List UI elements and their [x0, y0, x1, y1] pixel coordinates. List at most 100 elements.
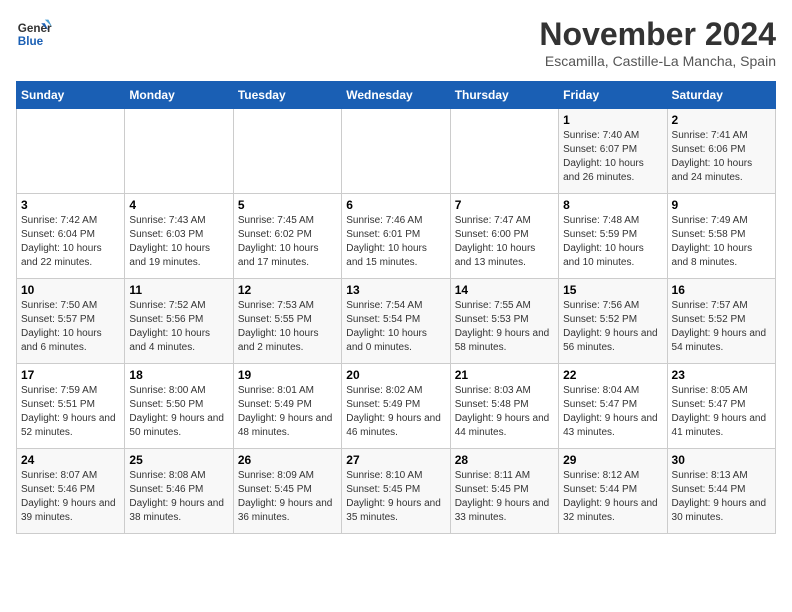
day-number: 17 [21, 368, 120, 382]
day-number: 25 [129, 453, 228, 467]
calendar-cell: 26 Sunrise: 8:09 AM Sunset: 5:45 PM Dayli… [233, 449, 341, 534]
calendar-cell: 17 Sunrise: 7:59 AM Sunset: 5:51 PM Dayli… [17, 364, 125, 449]
calendar-cell: 9 Sunrise: 7:49 AM Sunset: 5:58 PM Daylig… [667, 194, 775, 279]
day-header-saturday: Saturday [667, 82, 775, 109]
day-header-tuesday: Tuesday [233, 82, 341, 109]
svg-text:Blue: Blue [18, 35, 44, 48]
day-info: Sunrise: 8:10 AM Sunset: 5:45 PM Dayligh… [346, 469, 445, 525]
day-header-sunday: Sunday [17, 82, 125, 109]
calendar-cell: 3 Sunrise: 7:42 AM Sunset: 6:04 PM Daylig… [17, 194, 125, 279]
calendar-cell: 27 Sunrise: 8:10 AM Sunset: 5:45 PM Dayli… [342, 449, 450, 534]
day-info: Sunrise: 7:43 AM Sunset: 6:03 PM Dayligh… [129, 214, 228, 270]
day-info: Sunrise: 7:59 AM Sunset: 5:51 PM Dayligh… [21, 384, 120, 440]
calendar-cell [17, 109, 125, 194]
month-title: November 2024 [539, 16, 776, 53]
day-info: Sunrise: 8:03 AM Sunset: 5:48 PM Dayligh… [455, 384, 554, 440]
calendar-cell: 18Sunrise: 8:00 AM Sunset: 5:50 PM Dayli… [125, 364, 233, 449]
calendar-cell: 13 Sunrise: 7:54 AM Sunset: 5:54 PM Dayli… [342, 279, 450, 364]
day-number: 14 [455, 283, 554, 297]
location-subtitle: Escamilla, Castille-La Mancha, Spain [539, 53, 776, 69]
day-number: 11 [129, 283, 228, 297]
day-number: 3 [21, 198, 120, 212]
calendar-cell: 24 Sunrise: 8:07 AM Sunset: 5:46 PM Dayli… [17, 449, 125, 534]
day-info: Sunrise: 7:41 AM Sunset: 6:06 PM Dayligh… [672, 129, 771, 185]
calendar-cell: 6 Sunrise: 7:46 AM Sunset: 6:01 PM Daylig… [342, 194, 450, 279]
calendar-cell: 12Sunrise: 7:53 AM Sunset: 5:55 PM Dayli… [233, 279, 341, 364]
day-info: Sunrise: 7:49 AM Sunset: 5:58 PM Dayligh… [672, 214, 771, 270]
logo-icon: General Blue [16, 16, 52, 52]
calendar-cell: 30Sunrise: 8:13 AM Sunset: 5:44 PM Dayli… [667, 449, 775, 534]
day-info: Sunrise: 7:40 AM Sunset: 6:07 PM Dayligh… [563, 129, 662, 185]
day-number: 24 [21, 453, 120, 467]
calendar-header-row: SundayMondayTuesdayWednesdayThursdayFrid… [17, 82, 776, 109]
calendar-cell [342, 109, 450, 194]
day-number: 21 [455, 368, 554, 382]
day-number: 20 [346, 368, 445, 382]
page-header: General Blue November 2024 Escamilla, Ca… [16, 16, 776, 69]
day-info: Sunrise: 7:48 AM Sunset: 5:59 PM Dayligh… [563, 214, 662, 270]
day-info: Sunrise: 7:55 AM Sunset: 5:53 PM Dayligh… [455, 299, 554, 355]
day-number: 7 [455, 198, 554, 212]
calendar-cell: 5 Sunrise: 7:45 AM Sunset: 6:02 PM Daylig… [233, 194, 341, 279]
day-number: 9 [672, 198, 771, 212]
day-number: 26 [238, 453, 337, 467]
day-number: 28 [455, 453, 554, 467]
calendar-cell: 28 Sunrise: 8:11 AM Sunset: 5:45 PM Dayli… [450, 449, 558, 534]
day-number: 2 [672, 113, 771, 127]
day-info: Sunrise: 7:53 AM Sunset: 5:55 PM Dayligh… [238, 299, 337, 355]
calendar-cell: 22 Sunrise: 8:04 AM Sunset: 5:47 PM Dayli… [559, 364, 667, 449]
day-info: Sunrise: 8:05 AM Sunset: 5:47 PM Dayligh… [672, 384, 771, 440]
day-number: 5 [238, 198, 337, 212]
calendar-week-row: 24 Sunrise: 8:07 AM Sunset: 5:46 PM Dayli… [17, 449, 776, 534]
day-number: 10 [21, 283, 120, 297]
calendar-cell [233, 109, 341, 194]
day-info: Sunrise: 8:12 AM Sunset: 5:44 PM Dayligh… [563, 469, 662, 525]
day-info: Sunrise: 7:42 AM Sunset: 6:04 PM Dayligh… [21, 214, 120, 270]
calendar-cell: 25 Sunrise: 8:08 AM Sunset: 5:46 PM Dayli… [125, 449, 233, 534]
day-info: Sunrise: 8:07 AM Sunset: 5:46 PM Dayligh… [21, 469, 120, 525]
logo: General Blue [16, 16, 52, 52]
day-info: Sunrise: 8:11 AM Sunset: 5:45 PM Dayligh… [455, 469, 554, 525]
calendar-cell: 29 Sunrise: 8:12 AM Sunset: 5:44 PM Dayli… [559, 449, 667, 534]
day-number: 6 [346, 198, 445, 212]
day-info: Sunrise: 7:52 AM Sunset: 5:56 PM Dayligh… [129, 299, 228, 355]
day-number: 15 [563, 283, 662, 297]
calendar-cell: 2 Sunrise: 7:41 AM Sunset: 6:06 PM Daylig… [667, 109, 775, 194]
day-header-friday: Friday [559, 82, 667, 109]
day-info: Sunrise: 7:54 AM Sunset: 5:54 PM Dayligh… [346, 299, 445, 355]
day-info: Sunrise: 7:45 AM Sunset: 6:02 PM Dayligh… [238, 214, 337, 270]
calendar-cell [450, 109, 558, 194]
day-info: Sunrise: 7:47 AM Sunset: 6:00 PM Dayligh… [455, 214, 554, 270]
day-number: 4 [129, 198, 228, 212]
day-header-wednesday: Wednesday [342, 82, 450, 109]
calendar-cell: 21 Sunrise: 8:03 AM Sunset: 5:48 PM Dayli… [450, 364, 558, 449]
calendar-cell: 16 Sunrise: 7:57 AM Sunset: 5:52 PM Dayli… [667, 279, 775, 364]
day-info: Sunrise: 7:46 AM Sunset: 6:01 PM Dayligh… [346, 214, 445, 270]
calendar-cell [125, 109, 233, 194]
day-info: Sunrise: 7:57 AM Sunset: 5:52 PM Dayligh… [672, 299, 771, 355]
day-number: 16 [672, 283, 771, 297]
calendar-cell: 19Sunrise: 8:01 AM Sunset: 5:49 PM Dayli… [233, 364, 341, 449]
calendar-table: SundayMondayTuesdayWednesdayThursdayFrid… [16, 81, 776, 534]
day-info: Sunrise: 7:50 AM Sunset: 5:57 PM Dayligh… [21, 299, 120, 355]
calendar-cell: 23Sunrise: 8:05 AM Sunset: 5:47 PM Dayli… [667, 364, 775, 449]
day-info: Sunrise: 8:08 AM Sunset: 5:46 PM Dayligh… [129, 469, 228, 525]
calendar-week-row: 10 Sunrise: 7:50 AM Sunset: 5:57 PM Dayli… [17, 279, 776, 364]
day-info: Sunrise: 8:04 AM Sunset: 5:47 PM Dayligh… [563, 384, 662, 440]
day-info: Sunrise: 8:09 AM Sunset: 5:45 PM Dayligh… [238, 469, 337, 525]
day-number: 19 [238, 368, 337, 382]
day-info: Sunrise: 8:02 AM Sunset: 5:49 PM Dayligh… [346, 384, 445, 440]
calendar-cell: 1Sunrise: 7:40 AM Sunset: 6:07 PM Daylig… [559, 109, 667, 194]
day-number: 13 [346, 283, 445, 297]
day-number: 8 [563, 198, 662, 212]
day-info: Sunrise: 8:00 AM Sunset: 5:50 PM Dayligh… [129, 384, 228, 440]
day-number: 27 [346, 453, 445, 467]
day-number: 29 [563, 453, 662, 467]
day-number: 22 [563, 368, 662, 382]
title-area: November 2024 Escamilla, Castille-La Man… [539, 16, 776, 69]
calendar-week-row: 3 Sunrise: 7:42 AM Sunset: 6:04 PM Daylig… [17, 194, 776, 279]
day-header-thursday: Thursday [450, 82, 558, 109]
calendar-week-row: 17 Sunrise: 7:59 AM Sunset: 5:51 PM Dayli… [17, 364, 776, 449]
calendar-cell: 15Sunrise: 7:56 AM Sunset: 5:52 PM Dayli… [559, 279, 667, 364]
day-info: Sunrise: 8:13 AM Sunset: 5:44 PM Dayligh… [672, 469, 771, 525]
